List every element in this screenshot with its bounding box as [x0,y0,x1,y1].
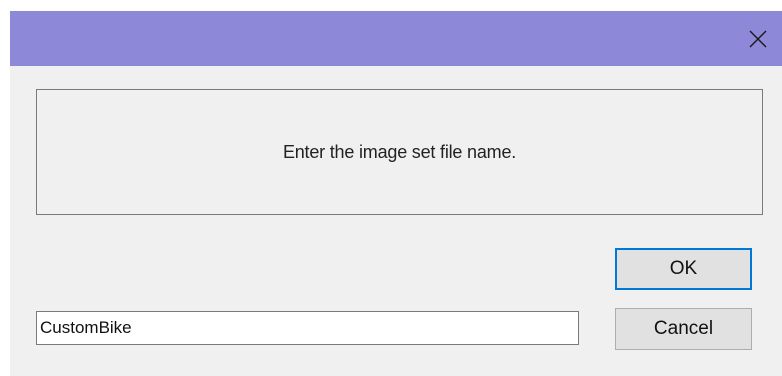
dialog-body: Enter the image set file name. OK Cancel [10,66,782,376]
cancel-button-label: Cancel [653,318,714,339]
close-icon [749,30,767,47]
file-name-input[interactable] [36,311,579,345]
input-dialog: Enter the image set file name. OK Cancel [0,0,782,376]
prompt-message: Enter the image set file name. [282,141,517,162]
ok-button[interactable]: OK [615,248,752,290]
cancel-button[interactable]: Cancel [615,308,752,350]
message-panel: Enter the image set file name. [36,89,763,215]
title-bar[interactable] [10,11,782,66]
ok-button-label: OK [669,258,698,279]
close-button[interactable] [734,11,782,66]
